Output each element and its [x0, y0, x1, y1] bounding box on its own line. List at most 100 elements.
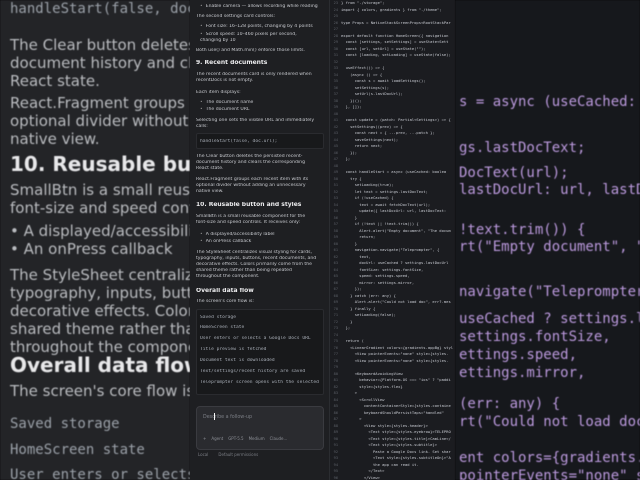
code-line[interactable]: setLoading(false); [341, 312, 396, 317]
code-line[interactable]: docUrl: useCached ? settings.lastDocUrl [341, 260, 448, 265]
code-line[interactable]: <View pointerEvents="none" style={styles… [341, 351, 449, 356]
code-line[interactable]: <LinearGradient colors={gradients.appBg}… [341, 345, 453, 350]
code-line[interactable]: keyboardShouldPersistTaps="handled" [341, 410, 444, 415]
code-line[interactable]: const [url, setUrl] = useState(""); [341, 46, 426, 51]
composer-tool-0[interactable]: + [203, 436, 206, 441]
code-line[interactable]: update({ lastDocUrl: url, lastDocText: [341, 208, 446, 213]
composer-footer-item-0[interactable]: Local [198, 452, 208, 457]
composer-placeholder[interactable]: Describe a follow-up [203, 415, 252, 420]
code-line[interactable]: setLoading(true); [341, 182, 394, 187]
code-line[interactable]: navigation.navigate("Teleprompter", { [341, 247, 440, 252]
code-line[interactable]: return; [341, 234, 375, 239]
doc-text-line: The document name [200, 100, 325, 106]
right-bg-line: navigate("Teleprompter", { [459, 284, 640, 300]
code-line[interactable]: const update = (patch: Partial<Settings>… [341, 117, 451, 122]
code-line[interactable]: return ( [341, 338, 364, 343]
line-number: 37 [333, 92, 338, 96]
code-line[interactable]: saveSettings(next); [341, 137, 398, 142]
code-line[interactable]: setSettings(s); [341, 85, 389, 90]
composer-toolbar[interactable]: + Agent GPT-5.5 Medium Claude... [203, 436, 317, 444]
code-line[interactable]: the app can read it. [341, 462, 419, 467]
composer-footer-item-1[interactable]: Default permissions [218, 452, 258, 457]
code-line[interactable]: <Text style={styles.eyebrow}>TELEPRO [341, 429, 450, 434]
code-line[interactable]: }; [341, 325, 351, 330]
code-line[interactable]: useEffect(() => { [341, 65, 385, 70]
code-line[interactable]: > [341, 390, 357, 395]
code-line[interactable]: setUrl(s.lastDocUrl); [341, 91, 403, 96]
line-number: 59 [333, 235, 338, 239]
line-number: 68 [333, 293, 338, 298]
code-line[interactable]: contentContainerStyle={styles.containe [341, 403, 451, 408]
text-cursor-icon: I [213, 412, 216, 423]
code-line[interactable]: export default function HomeScreen({ nav… [341, 33, 448, 38]
code-line[interactable]: })(); [341, 98, 361, 103]
code-line[interactable]: mirror: settings.mirror, [341, 280, 414, 285]
doc-text-line: An onPress callback [200, 239, 325, 245]
code-line[interactable]: text, [341, 254, 370, 259]
code-line[interactable]: } finally { [341, 306, 375, 311]
code-line[interactable]: <ScrollView [341, 397, 384, 402]
code-line[interactable]: <KeyboardAvoidingView [341, 371, 403, 376]
line-number: 51 [333, 183, 338, 187]
code-line[interactable]: <Text style={styles.subtitle}> [341, 442, 437, 447]
code-line[interactable]: } [341, 319, 352, 324]
code-line[interactable]: } [341, 215, 357, 220]
line-number: 78 [333, 358, 338, 363]
code-line[interactable]: fontSize: settings.fontSize, [341, 267, 423, 272]
line-number: 64 [333, 267, 338, 272]
code-line[interactable]: const s = await loadSettings(); [341, 78, 426, 83]
code-line[interactable]: Alert.alert("Could not load doc", err?.m… [341, 299, 451, 304]
line-number: 43 [333, 131, 338, 135]
code-line[interactable]: }); [341, 286, 362, 291]
code-editor[interactable]: 23} from "./storage"; 24 import { colors, … [330, 0, 455, 480]
code-line[interactable]: type Props = NativeStackScreenProps<Root… [341, 20, 451, 25]
code-line[interactable]: setSettings((prev) => { [341, 124, 403, 129]
code-line[interactable]: const [loading, setLoading] = useState(f… [341, 52, 451, 57]
code-line[interactable]: behavior={Platform.OS === "ios" ? "paddi [341, 377, 450, 382]
code-line[interactable]: > [341, 416, 361, 421]
composer-tool-1[interactable]: Agent [211, 436, 223, 441]
code-line[interactable]: } from "./storage"; [341, 0, 384, 5]
code-line[interactable]: if (!useCached) { [341, 195, 394, 200]
right-bg-line: rt("Empty document", "The docu [459, 239, 640, 255]
code-line[interactable]: <Text style={styles.subtitleOn}>"A [341, 455, 451, 460]
code-line[interactable]: }; [341, 156, 351, 161]
document-panel[interactable]: Describe a follow-up I + Agent GPT-5.5 Medi… [190, 0, 330, 480]
composer-tool-3[interactable]: Medium [249, 436, 265, 441]
code-line[interactable]: } catch (err: any) { [341, 293, 396, 298]
doc-text-line: User enters or selects a Google Docs URL [200, 336, 311, 341]
line-number: 71 [333, 313, 338, 317]
code-line[interactable]: style={styles.flex} [341, 384, 402, 389]
line-number: 46 [333, 150, 338, 155]
code-line[interactable]: <View pointerEvents="none" style={styles… [341, 358, 449, 363]
line-number: 26 [333, 20, 338, 25]
line-number: 86 [333, 410, 338, 415]
code-line[interactable]: }); [341, 150, 357, 155]
code-line[interactable]: const next = { ...prev, ...patch }; [341, 130, 435, 135]
code-line[interactable]: const handleStart = async (useCached: bo… [341, 169, 447, 174]
code-line[interactable]: let text = settings.lastDocText; [341, 189, 428, 194]
code-line[interactable]: <Text style={styles.title}>CamLine</ [341, 436, 450, 441]
code-line[interactable]: }, []); [341, 104, 362, 109]
code-line[interactable]: (async () => { [341, 72, 382, 77]
code-line[interactable]: <View style={styles.header}> [341, 423, 428, 428]
composer-tool-2[interactable]: GPT-5.5 [228, 436, 243, 441]
code-line[interactable]: } [341, 241, 357, 246]
code-line[interactable]: const [settings, setSettings] = useState… [341, 39, 449, 44]
code-line[interactable]: </Text> [341, 468, 384, 473]
code-line[interactable]: Paste a Google Docs link. Set shar [341, 449, 451, 454]
code-line[interactable]: try { [341, 176, 361, 181]
code-line[interactable]: Alert.alert("Empty document", "The docum [341, 228, 450, 233]
line-number: 29 [333, 40, 338, 44]
line-number: 27 [333, 27, 338, 31]
right-bg-line: ettings.mirror, [459, 365, 586, 381]
code-line[interactable]: speed: settings.speed, [341, 273, 409, 278]
code-line[interactable]: if (!text || !text.trim()) { [341, 221, 419, 226]
code-line[interactable]: return next; [341, 143, 382, 148]
message-composer[interactable]: Describe a follow-up I + Agent GPT-5.5 Medi… [196, 406, 324, 450]
code-line[interactable]: </View> [341, 475, 380, 480]
code-line[interactable]: text = await fetchDocText(url); [341, 202, 430, 207]
composer-tool-4[interactable]: Claude... [270, 436, 288, 441]
line-number: 61 [333, 248, 338, 252]
code-line[interactable]: import { colors, gradients } from "./the… [341, 7, 442, 12]
